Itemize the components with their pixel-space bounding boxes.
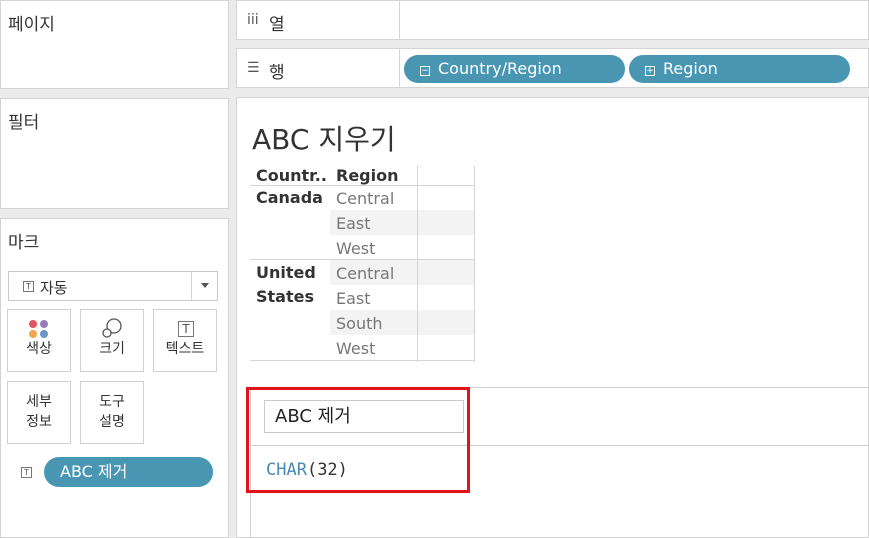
region-cell[interactable]: Central bbox=[336, 261, 394, 286]
country-region-pill[interactable]: − Country/Region bbox=[404, 55, 625, 83]
text-card[interactable]: T 텍스트 bbox=[153, 309, 217, 372]
region-pill[interactable]: + Region bbox=[629, 55, 850, 83]
size-card-label: 크기 bbox=[99, 341, 125, 357]
highlight-box bbox=[246, 387, 470, 493]
region-cell[interactable]: West bbox=[336, 236, 375, 261]
tooltip-card-label-1: 도구 bbox=[99, 394, 125, 410]
columns-shelf-label: iii 열 bbox=[237, 1, 400, 39]
detail-card-label-1: 세부 bbox=[26, 394, 52, 410]
chevron-down-icon bbox=[201, 283, 209, 288]
mark-type-dropdown-button[interactable] bbox=[191, 272, 217, 300]
mark-type-label: 자동 bbox=[40, 279, 68, 297]
tooltip-card[interactable]: 도구 설명 bbox=[80, 381, 144, 444]
country-united-states-line1[interactable]: United bbox=[256, 261, 316, 286]
columns-icon: iii bbox=[247, 12, 259, 28]
rows-icon: ☰ bbox=[247, 60, 260, 76]
data-table: Countr.. Region Canada Central East West… bbox=[250, 166, 475, 362]
country-united-states-line2[interactable]: States bbox=[256, 285, 314, 310]
region-cell[interactable]: West bbox=[336, 336, 375, 361]
mark-field-row: T ABC 제거 bbox=[1, 457, 230, 487]
marks-panel: 마크 T 자동 색상 크기 T 텍스트 세부 정보 도구 설명 T ABC 제거 bbox=[0, 218, 229, 538]
columns-shelf[interactable]: iii 열 bbox=[236, 0, 869, 40]
detail-card-label-2: 정보 bbox=[26, 414, 52, 430]
region-cell[interactable]: South bbox=[336, 311, 383, 336]
country-canada[interactable]: Canada bbox=[256, 186, 323, 211]
region-pill-label: Region bbox=[663, 59, 718, 78]
size-circles-icon bbox=[102, 318, 122, 338]
region-cell[interactable]: Central bbox=[336, 186, 394, 211]
marks-title: 마크 bbox=[8, 233, 40, 253]
filters-panel[interactable]: 필터 bbox=[0, 98, 229, 209]
header-country[interactable]: Countr.. bbox=[256, 166, 327, 186]
text-card-label: 텍스트 bbox=[165, 341, 205, 357]
sheet-title: ABC 지우기 bbox=[252, 123, 396, 156]
pages-panel[interactable]: 페이지 bbox=[0, 0, 229, 89]
text-mark-icon: T bbox=[23, 281, 34, 292]
header-region[interactable]: Region bbox=[336, 166, 399, 186]
expand-icon[interactable]: + bbox=[645, 66, 655, 76]
rows-label: 행 bbox=[269, 63, 285, 83]
size-card[interactable]: 크기 bbox=[80, 309, 144, 372]
mark-field-pill[interactable]: ABC 제거 bbox=[44, 457, 213, 487]
collapse-icon[interactable]: − bbox=[420, 66, 430, 76]
rows-shelf[interactable]: ☰ 행 − Country/Region + Region bbox=[236, 48, 869, 88]
country-region-pill-label: Country/Region bbox=[438, 59, 562, 78]
columns-label: 열 bbox=[269, 15, 285, 35]
filters-title: 필터 bbox=[8, 113, 40, 133]
rows-shelf-label: ☰ 행 bbox=[237, 49, 400, 87]
color-dots-icon bbox=[29, 320, 49, 340]
pages-title: 페이지 bbox=[8, 15, 55, 35]
text-icon: T bbox=[178, 321, 194, 337]
region-cell[interactable]: East bbox=[336, 211, 371, 236]
color-card[interactable]: 색상 bbox=[7, 309, 71, 372]
tooltip-card-label-2: 설명 bbox=[99, 414, 125, 430]
detail-card[interactable]: 세부 정보 bbox=[7, 381, 71, 444]
text-mark-icon: T bbox=[21, 467, 32, 478]
color-card-label: 색상 bbox=[26, 341, 52, 357]
region-cell[interactable]: East bbox=[336, 286, 371, 311]
mark-type-select[interactable]: T 자동 bbox=[8, 271, 218, 301]
